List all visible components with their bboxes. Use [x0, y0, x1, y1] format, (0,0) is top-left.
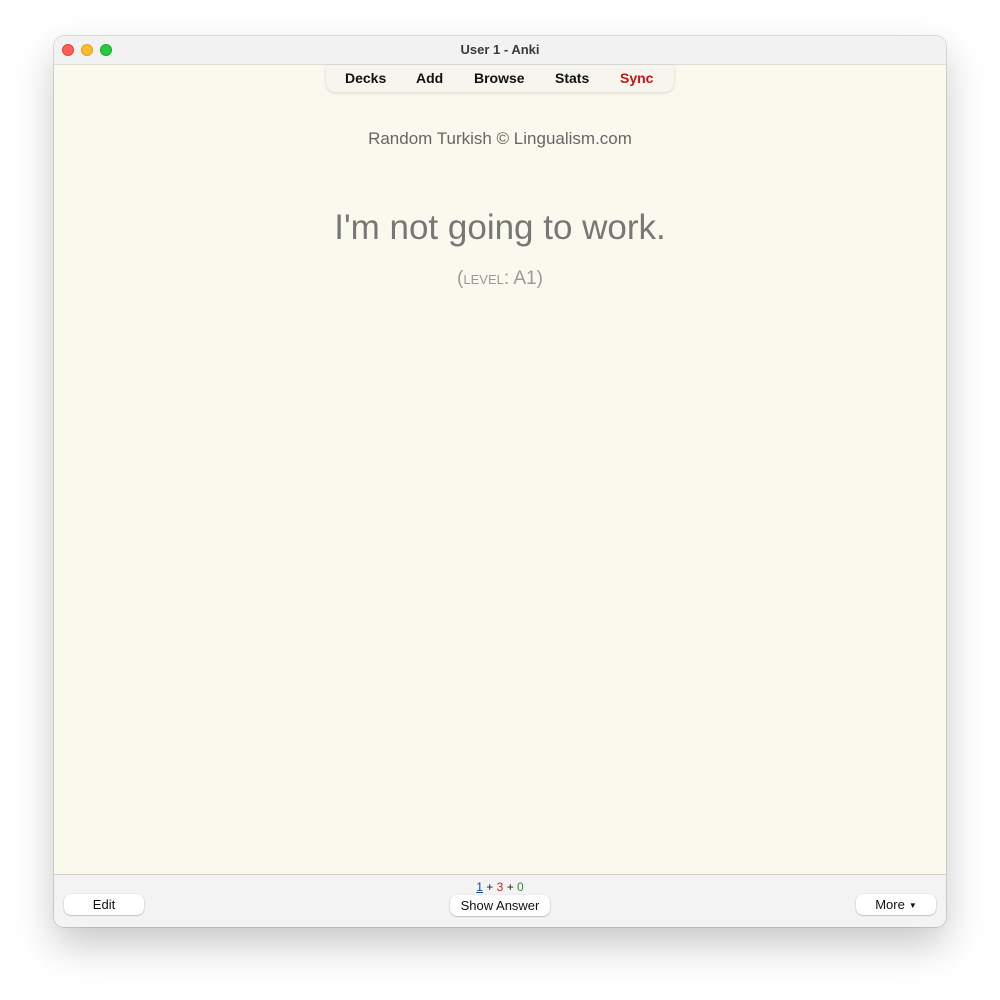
count-separator: + [486, 880, 494, 894]
level-value: A1 [513, 268, 537, 289]
card-front-text: I'm not going to work. [334, 208, 666, 247]
count-separator: + [506, 880, 514, 894]
toolbar-decks[interactable]: Decks [345, 70, 386, 86]
edit-button[interactable]: Edit [64, 894, 144, 915]
toolbar-sync[interactable]: Sync [620, 70, 653, 86]
title-bar[interactable]: User 1 - Anki [54, 36, 946, 65]
main-toolbar: Decks Add Browse Stats Sync [326, 65, 674, 92]
toolbar-add[interactable]: Add [416, 70, 443, 86]
window-title: User 1 - Anki [460, 42, 540, 57]
level-label: level [463, 268, 504, 289]
show-answer-button[interactable]: Show Answer [450, 895, 550, 916]
more-button-label: More [875, 897, 905, 912]
learning-count: 3 [496, 880, 504, 894]
more-button[interactable]: More ▼ [856, 894, 936, 915]
new-count: 1 [476, 880, 483, 894]
review-count: 0 [517, 880, 524, 894]
deck-attribution: Random Turkish © Lingualism.com [368, 129, 632, 148]
review-bottom-bar: 1 + 3 + 0 Edit Show Answer More ▼ [54, 874, 946, 927]
toolbar-stats[interactable]: Stats [555, 70, 589, 86]
anki-main-window: User 1 - Anki Decks Add Browse Stats Syn… [54, 36, 946, 927]
card-level: (level: A1) [457, 268, 543, 289]
toolbar-browse[interactable]: Browse [474, 70, 525, 86]
caret-down-icon: ▼ [908, 901, 917, 911]
due-counts: 1 + 3 + 0 [54, 880, 946, 894]
